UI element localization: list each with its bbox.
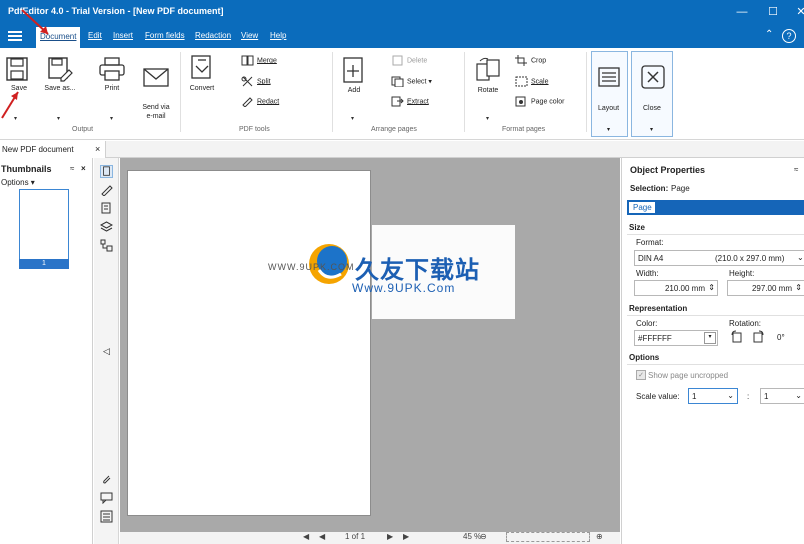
width-field[interactable]: 210.00 mm ⇕ (634, 280, 718, 296)
rotate-right-icon[interactable] (752, 330, 765, 343)
tab-page-properties[interactable]: Page (627, 200, 804, 215)
color-picker-icon[interactable]: ▾ (704, 332, 716, 344)
page-thumbnail[interactable] (19, 189, 69, 269)
width-spinner-icon: ⇕ (708, 283, 715, 292)
page-indicator: 1 of 1 (345, 532, 366, 541)
rotation-label: Rotation: (729, 319, 762, 328)
attachment-icon[interactable] (100, 473, 113, 486)
layers-icon[interactable] (100, 220, 113, 233)
thumbnail-page-number: 1 (19, 259, 69, 269)
list-icon[interactable] (100, 510, 113, 523)
document-tab-strip: New PDF document × (0, 141, 804, 158)
page-view-icon[interactable] (100, 165, 113, 178)
show-uncropped-label: Show page uncropped (648, 371, 729, 380)
document-tab[interactable]: New PDF document (0, 141, 106, 158)
selection-label: Selection: (630, 184, 669, 193)
form-tool-icon[interactable] (100, 202, 113, 215)
thumbnails-panel: Thumbnails ≈ × Options ▾ 1 (0, 158, 93, 544)
zoom-out-icon[interactable]: ⊖ (480, 532, 487, 541)
edit-tool-icon[interactable] (100, 183, 113, 196)
tool-strip: ◁ (94, 158, 119, 544)
format-select[interactable]: DIN A4 (210.0 x 297.0 mm) ⌄ (634, 250, 804, 266)
comment-icon[interactable] (100, 491, 113, 504)
page-navigation-bar: ◀ ◀ 1 of 1 ▶ ▶ 45 % ⊖ ⊕ (120, 532, 620, 544)
zoom-slider[interactable] (506, 532, 590, 542)
thumbnails-options-dropdown[interactable]: Options ▾ (1, 178, 35, 187)
collapse-properties-icon[interactable]: ≈ (794, 165, 798, 174)
scale-separator: : (747, 392, 750, 401)
rotate-left-icon[interactable] (730, 330, 743, 343)
height-spinner-icon: ⇕ (795, 283, 802, 292)
color-label: Color: (636, 319, 658, 328)
object-properties-panel: Object Properties ≈ Selection: Page Page… (621, 158, 804, 544)
size-section: Size (629, 223, 646, 232)
document-canvas[interactable] (120, 158, 620, 532)
watermark-url-text: Www.9UPK.Com (352, 281, 456, 295)
scale-numerator-select[interactable]: 1 ⌄ (688, 388, 738, 404)
scale-value-label: Scale value: (636, 392, 680, 401)
show-uncropped-checkbox[interactable]: ✓ (636, 370, 646, 380)
rotation-value: 0° (777, 333, 785, 342)
selection-value: Page (671, 184, 690, 193)
width-label: Width: (636, 269, 659, 278)
zoom-in-icon[interactable]: ⊕ (596, 532, 603, 541)
height-field[interactable]: 297.00 mm ⇕ (727, 280, 804, 296)
scale-denominator-dropdown-icon: ⌄ (795, 391, 802, 400)
structure-icon[interactable] (100, 239, 113, 252)
scale-numerator-dropdown-icon: ⌄ (727, 391, 734, 400)
collapse-panel-icon[interactable]: ≈ (70, 164, 74, 173)
last-page-icon[interactable]: ▶ (403, 532, 409, 541)
close-panel-icon[interactable]: × (81, 164, 86, 173)
previous-page-icon[interactable]: ◀ (319, 532, 325, 541)
format-label: Format: (636, 238, 664, 247)
height-label: Height: (729, 269, 755, 278)
representation-section: Representation (629, 304, 688, 313)
thumbnails-title: Thumbnails (1, 164, 52, 174)
color-field[interactable]: #FFFFFF ▾ (634, 330, 718, 346)
properties-title: Object Properties (630, 165, 706, 175)
next-page-icon[interactable]: ▶ (387, 532, 393, 541)
zoom-level: 45 % (463, 532, 482, 541)
first-page-icon[interactable]: ◀ (303, 532, 309, 541)
format-dropdown-icon: ⌄ (797, 253, 804, 262)
options-section: Options (629, 353, 660, 362)
scale-denominator-select[interactable]: 1 ⌄ (760, 388, 804, 404)
watermark-chinese-text: 久友下载站 (355, 256, 480, 284)
watermark-left-text: WWW.9UPK.COM (268, 262, 355, 272)
collapse-sidebar-icon[interactable]: ◁ (103, 346, 110, 357)
pdf-page[interactable] (127, 170, 371, 516)
document-tab-close-icon[interactable]: × (95, 144, 100, 154)
